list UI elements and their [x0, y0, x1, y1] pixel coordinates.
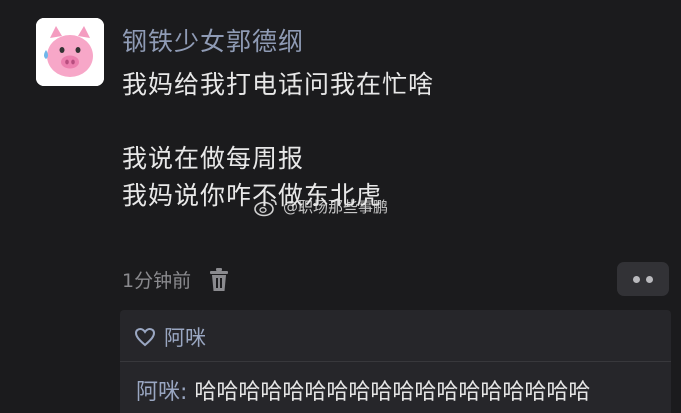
trash-icon[interactable]	[207, 267, 231, 293]
more-dots-icon	[633, 275, 640, 283]
reply-item[interactable]: 阿咪: 哈哈哈哈哈哈哈哈哈哈哈哈哈哈哈哈哈哈	[136, 374, 590, 406]
reply-author[interactable]: 阿咪:	[136, 380, 187, 405]
weibo-logo-icon	[254, 198, 277, 216]
pig-face-sweat-icon	[36, 18, 104, 86]
timestamp: 1分钟前	[122, 270, 192, 292]
post-meta: 1分钟前	[122, 266, 231, 293]
post-line: 我说在做每周报	[122, 144, 305, 173]
more-dots-icon	[646, 275, 653, 283]
post-content: 我妈给我打电话问我在忙啥 我说在做每周报 我妈说你咋不做东北虎	[122, 66, 642, 214]
reply-text: 哈哈哈哈哈哈哈哈哈哈哈哈哈哈哈哈哈哈	[194, 380, 591, 405]
like-row[interactable]: 阿咪	[134, 322, 206, 352]
watermark-text: @职场那些事鹏	[283, 198, 389, 216]
more-options-button[interactable]	[617, 262, 669, 296]
avatar[interactable]	[36, 18, 104, 86]
heart-outline-icon	[134, 327, 156, 347]
comment-screen: 钢铁少女郭德纲 我妈给我打电话问我在忙啥 我说在做每周报 我妈说你咋不做东北虎 …	[0, 0, 681, 413]
watermark: @职场那些事鹏	[253, 196, 388, 217]
divider	[120, 361, 671, 362]
liker-name[interactable]: 阿咪	[164, 322, 206, 352]
post-line: 我妈给我打电话问我在忙啥	[122, 70, 435, 99]
username[interactable]: 钢铁少女郭德纲	[122, 22, 304, 58]
reply-panel: 阿咪 阿咪: 哈哈哈哈哈哈哈哈哈哈哈哈哈哈哈哈哈哈	[120, 310, 671, 413]
